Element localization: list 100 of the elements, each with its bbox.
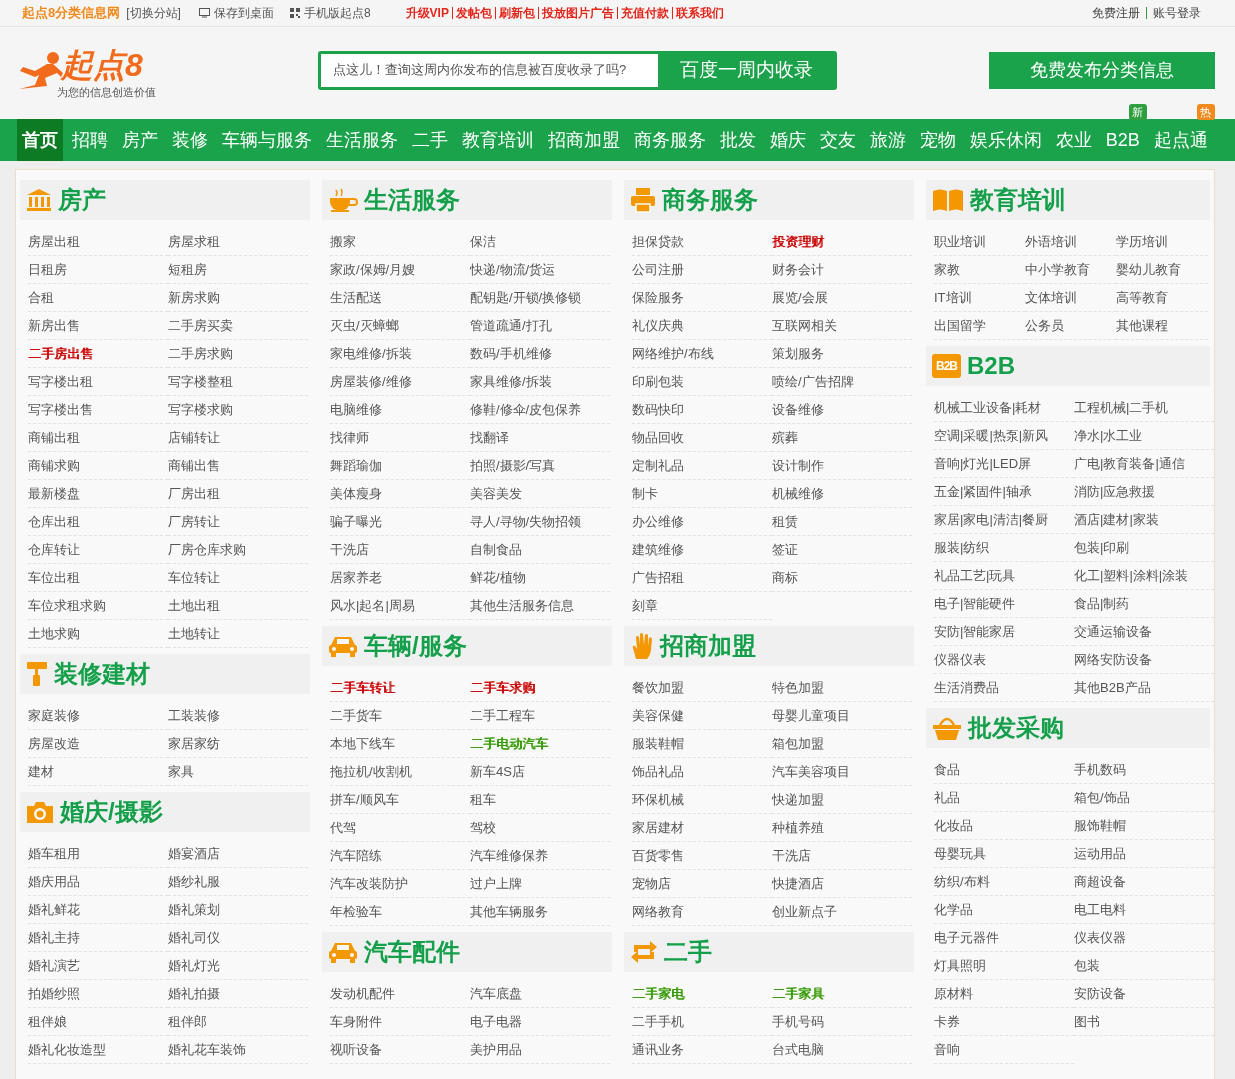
category-link[interactable]: 交通运输设备 bbox=[1074, 623, 1152, 640]
category-link[interactable]: 干洗店 bbox=[772, 847, 811, 864]
category-link[interactable]: 通讯业务 bbox=[632, 1041, 684, 1058]
category-link[interactable]: 工程机械|二手机 bbox=[1074, 399, 1169, 416]
category-link[interactable]: 家居|家电|清洁|餐厨 bbox=[934, 511, 1049, 528]
category-link[interactable]: 化学品 bbox=[934, 901, 973, 918]
category-link[interactable]: 日租房 bbox=[28, 261, 67, 278]
category-link[interactable]: 过户上牌 bbox=[470, 875, 522, 892]
category-link[interactable]: 公司注册 bbox=[632, 261, 684, 278]
category-link[interactable]: 图书 bbox=[1074, 1013, 1100, 1030]
category-link[interactable]: 本地下线车 bbox=[330, 735, 395, 752]
category-link[interactable]: 舞蹈瑜伽 bbox=[330, 457, 382, 474]
category-link[interactable]: 刻章 bbox=[632, 597, 658, 614]
category-link[interactable]: 箱包/饰品 bbox=[1074, 789, 1130, 806]
category-link[interactable]: 建筑维修 bbox=[632, 541, 684, 558]
category-link[interactable]: 二手工程车 bbox=[470, 707, 535, 724]
category-link[interactable]: 找翻译 bbox=[470, 429, 509, 446]
category-link[interactable]: 电子电器 bbox=[470, 1013, 522, 1030]
category-link[interactable]: 婚纱礼服 bbox=[168, 873, 220, 890]
category-link[interactable]: 婚礼灯光 bbox=[168, 957, 220, 974]
category-link[interactable]: 婚礼拍摄 bbox=[168, 985, 220, 1002]
category-link[interactable]: 百货零售 bbox=[632, 847, 684, 864]
category-link[interactable]: 商超设备 bbox=[1074, 873, 1126, 890]
category-link[interactable]: 家具 bbox=[168, 763, 194, 780]
category-link[interactable]: 发动机配件 bbox=[330, 985, 395, 1002]
category-link[interactable]: 二手房出售 bbox=[28, 345, 93, 362]
category-link[interactable]: 广告招租 bbox=[632, 569, 684, 586]
category-link[interactable]: 礼品 bbox=[934, 789, 960, 806]
switch-site-link[interactable]: [切换分站] bbox=[126, 4, 181, 22]
category-link[interactable]: 美体瘦身 bbox=[330, 485, 382, 502]
category-link[interactable]: 灯具照明 bbox=[934, 957, 986, 974]
category-link[interactable]: 仪器仪表 bbox=[934, 651, 986, 668]
category-link[interactable]: 家教 bbox=[934, 261, 960, 278]
category-link[interactable]: 服饰鞋帽 bbox=[1074, 817, 1126, 834]
category-link[interactable]: 礼仪庆典 bbox=[632, 317, 684, 334]
category-link[interactable]: 土地出租 bbox=[168, 597, 220, 614]
category-link[interactable]: 年检验车 bbox=[330, 903, 382, 920]
category-link[interactable]: 食品 bbox=[934, 761, 960, 778]
category-link[interactable]: 二手货车 bbox=[330, 707, 382, 724]
category-link[interactable]: 婚庆用品 bbox=[28, 873, 80, 890]
category-link[interactable]: 特色加盟 bbox=[772, 679, 824, 696]
category-link[interactable]: 家居建材 bbox=[632, 819, 684, 836]
category-link[interactable]: 汽车底盘 bbox=[470, 985, 522, 1002]
category-link[interactable]: 策划服务 bbox=[772, 345, 824, 362]
category-link[interactable]: 运动用品 bbox=[1074, 845, 1126, 862]
category-link[interactable]: 二手家具 bbox=[772, 985, 824, 1002]
category-link[interactable]: 新车4S店 bbox=[470, 763, 525, 780]
category-link[interactable]: 母婴玩具 bbox=[934, 845, 986, 862]
category-link[interactable]: 网络安防设备 bbox=[1074, 651, 1152, 668]
category-link[interactable]: 出国留学 bbox=[934, 317, 986, 334]
category-link[interactable]: 化工|塑料|涂料|涂装 bbox=[1074, 567, 1189, 584]
category-link[interactable]: 美容美发 bbox=[470, 485, 522, 502]
category-link[interactable]: 写字楼求购 bbox=[168, 401, 233, 418]
category-link[interactable]: 搬家 bbox=[330, 233, 356, 250]
category-link[interactable]: 电子|智能硬件 bbox=[934, 595, 1016, 612]
category-link[interactable]: 婚宴酒店 bbox=[168, 845, 220, 862]
category-link[interactable]: 家政/保姆/月嫂 bbox=[330, 261, 416, 278]
category-link[interactable]: 电子元器件 bbox=[934, 929, 999, 946]
promo-link[interactable]: 充值付款 bbox=[616, 7, 672, 19]
category-link[interactable]: 其他生活服务信息 bbox=[470, 597, 574, 614]
category-link[interactable]: 包装|印刷 bbox=[1074, 539, 1130, 556]
category-link[interactable]: 学历培训 bbox=[1116, 233, 1168, 250]
category-link[interactable]: 写字楼整租 bbox=[168, 373, 233, 390]
category-link[interactable]: 其他课程 bbox=[1116, 317, 1168, 334]
category-link[interactable]: 喷绘/广告招牌 bbox=[772, 373, 854, 390]
category-link[interactable]: 包装 bbox=[1074, 957, 1100, 974]
category-link[interactable]: 鲜花/植物 bbox=[470, 569, 526, 586]
category-link[interactable]: 婚礼演艺 bbox=[28, 957, 80, 974]
category-link[interactable]: 机械维修 bbox=[772, 485, 824, 502]
category-link[interactable]: 网络维护/布线 bbox=[632, 345, 714, 362]
category-link[interactable]: 汽车陪练 bbox=[330, 847, 382, 864]
category-link[interactable]: 租伴郎 bbox=[168, 1013, 207, 1030]
category-link[interactable]: 设备维修 bbox=[772, 401, 824, 418]
category-link[interactable]: 安防设备 bbox=[1074, 985, 1126, 1002]
category-link[interactable]: 商标 bbox=[772, 569, 798, 586]
category-link[interactable]: 新房求购 bbox=[168, 289, 220, 306]
category-link[interactable]: 宠物店 bbox=[632, 875, 671, 892]
category-link[interactable]: 代驾 bbox=[330, 819, 356, 836]
category-link[interactable]: 婚礼花车装饰 bbox=[168, 1041, 246, 1058]
category-link[interactable]: 房屋改造 bbox=[28, 735, 80, 752]
category-link[interactable]: 食品|制药 bbox=[1074, 595, 1130, 612]
category-link[interactable]: 机械工业设备|耗材 bbox=[934, 399, 1042, 416]
nav-tab[interactable]: 首页 bbox=[17, 119, 63, 161]
category-link[interactable]: 店铺转让 bbox=[168, 429, 220, 446]
category-link[interactable]: 商铺求购 bbox=[28, 457, 80, 474]
account-link[interactable]: 免费注册 bbox=[1086, 7, 1146, 19]
category-link[interactable]: 美容保健 bbox=[632, 707, 684, 724]
category-link[interactable]: 快捷酒店 bbox=[772, 875, 824, 892]
category-link[interactable]: 快递加盟 bbox=[772, 791, 824, 808]
category-link[interactable]: 制卡 bbox=[632, 485, 658, 502]
category-link[interactable]: 二手房买卖 bbox=[168, 317, 233, 334]
category-link[interactable]: 安防|智能家居 bbox=[934, 623, 1016, 640]
category-link[interactable]: 饰品礼品 bbox=[632, 763, 684, 780]
category-link[interactable]: 二手车转让 bbox=[330, 679, 395, 696]
category-link[interactable]: 婚礼化妆造型 bbox=[28, 1041, 106, 1058]
category-link[interactable]: 五金|紧固件|轴承 bbox=[934, 483, 1032, 500]
promo-link[interactable]: 发帖包 bbox=[451, 7, 495, 19]
category-link[interactable]: 种植养殖 bbox=[772, 819, 824, 836]
category-link[interactable]: 家庭装修 bbox=[28, 707, 80, 724]
category-link[interactable]: 婚礼鲜花 bbox=[28, 901, 80, 918]
